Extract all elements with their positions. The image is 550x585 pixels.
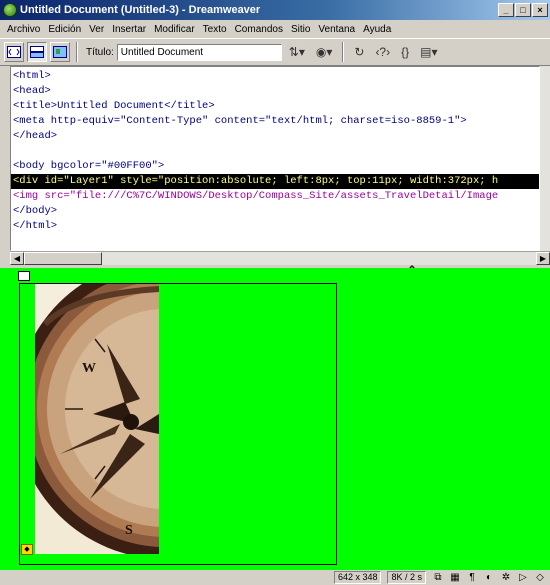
status-bar: 642 x 348 8K / 2 s ⧉ ▦ ¶ ◐ ✲ ▷ ◇ [0, 570, 550, 585]
behaviors-icon[interactable]: ✲ [500, 572, 512, 583]
launcher-bar: ⧉ ▦ ¶ ◐ ✲ ▷ ◇ [432, 572, 546, 583]
design-view-icon[interactable] [50, 42, 70, 62]
code-vertical-scrollbar[interactable] [540, 66, 550, 251]
close-icon[interactable]: × [532, 3, 548, 17]
code-and-design-view-icon[interactable] [27, 42, 47, 62]
site-icon[interactable]: ⧉ [432, 572, 444, 583]
menu-texto[interactable]: Texto [199, 24, 231, 35]
minimize-icon[interactable]: _ [498, 3, 514, 17]
menu-insertar[interactable]: Insertar [108, 24, 150, 35]
menu-comandos[interactable]: Comandos [231, 24, 287, 35]
code-navigation-icon[interactable]: {} [397, 45, 413, 59]
dreamweaver-app-icon[interactable] [3, 3, 17, 17]
reference-icon[interactable]: ‹?› [371, 45, 394, 59]
code-line[interactable]: <title>Untitled Document</title> [11, 99, 539, 114]
refresh-icon[interactable]: ↻ [350, 45, 368, 59]
code-line[interactable]: </body> [11, 204, 539, 219]
code-line[interactable]: <html> [11, 69, 539, 84]
menu-archivo[interactable]: Archivo [3, 24, 44, 35]
menu-sitio[interactable]: Sitio [287, 24, 314, 35]
toolbar-separator [342, 42, 345, 62]
layer-anchor-icon[interactable]: ◆ [21, 544, 33, 555]
code-view-icon[interactable] [4, 42, 24, 62]
code-line-selected[interactable]: <div id="Layer1" style="position:absolut… [11, 174, 539, 189]
code-line[interactable]: </head> [11, 129, 539, 144]
title-bar: Untitled Document (Untitled-3) - Dreamwe… [0, 0, 550, 20]
document-toolbar: Título: ⇅▾ ◉▾ ↻ ‹?› {} ▤▾ [0, 38, 550, 66]
menu-ayuda[interactable]: Ayuda [359, 24, 395, 35]
design-view-panel[interactable]: W S ◆ [0, 268, 550, 570]
code-line[interactable]: <head> [11, 84, 539, 99]
menu-ventana[interactable]: Ventana [314, 24, 359, 35]
toolbar-separator [76, 42, 78, 62]
file-management-icon[interactable]: ⇅▾ [285, 45, 309, 59]
layer-marker-icon[interactable] [18, 271, 30, 281]
assets-icon[interactable]: ▦ [449, 572, 461, 583]
view-options-icon[interactable]: ▤▾ [416, 45, 441, 59]
preview-in-browser-icon[interactable]: ◉▾ [312, 45, 337, 59]
html-styles-icon[interactable]: ¶ [466, 572, 478, 583]
code-view-panel[interactable]: <html> <head> <title>Untitled Document</… [10, 66, 540, 251]
window-size-selector[interactable]: 642 x 348 [333, 571, 382, 584]
svg-text:W: W [82, 361, 96, 376]
code-horizontal-scrollbar[interactable]: ◀ ▶ [10, 251, 550, 265]
code-line[interactable] [11, 144, 539, 159]
menu-edicion[interactable]: Edición [44, 24, 85, 35]
code-line[interactable]: </html> [11, 219, 539, 234]
scroll-left-icon[interactable]: ◀ [10, 252, 24, 265]
svg-text:S: S [125, 523, 133, 538]
download-size-indicator: 8K / 2 s [387, 571, 426, 584]
menu-bar: Archivo Edición Ver Insertar Modificar T… [0, 20, 550, 38]
scroll-thumb[interactable] [24, 252, 102, 265]
menu-modificar[interactable]: Modificar [150, 24, 199, 35]
code-line[interactable]: <img src="file:///C%7C/WINDOWS/Desktop/C… [11, 189, 539, 204]
timelines-icon[interactable]: ▷ [517, 572, 529, 583]
compass-image[interactable]: W S [35, 284, 159, 554]
document-title-label: Título: [86, 46, 114, 58]
code-line[interactable]: <meta http-equiv="Content-Type" content=… [11, 114, 539, 129]
code-inspector-icon[interactable]: ◇ [534, 572, 546, 583]
maximize-icon[interactable]: □ [515, 3, 531, 17]
window-title: Untitled Document (Untitled-3) - Dreamwe… [20, 4, 261, 16]
window-controls: _ □ × [498, 3, 548, 17]
document-title-input[interactable] [116, 43, 282, 61]
css-styles-icon[interactable]: ◐ [483, 572, 495, 583]
scroll-right-icon[interactable]: ▶ [536, 252, 550, 265]
code-line[interactable]: <body bgcolor="#00FF00"> [11, 159, 539, 174]
menu-ver[interactable]: Ver [85, 24, 108, 35]
